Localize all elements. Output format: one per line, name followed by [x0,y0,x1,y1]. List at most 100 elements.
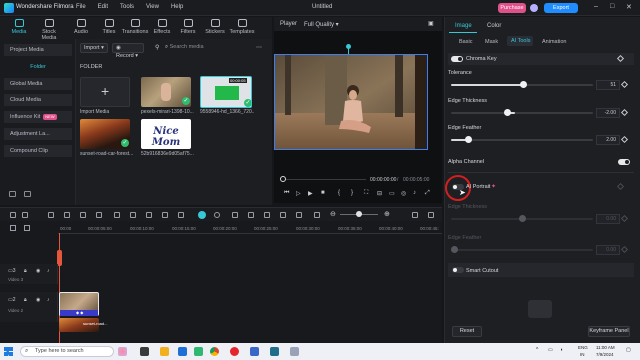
sidebar-item-project-media[interactable]: Project Media [4,44,72,56]
edge-feather-value[interactable]: 2.00 [596,135,620,145]
delete-icon[interactable] [80,212,86,218]
tab-filters[interactable]: Filters [173,19,203,35]
mark-in-icon[interactable]: { [338,190,340,196]
tab-media[interactable]: Media [4,19,34,35]
tab-transitions[interactable]: Transitions [120,19,150,35]
windows-start-icon[interactable] [4,347,13,356]
show-hidden-icons[interactable]: ^ [536,347,538,353]
edge-feather-slider[interactable] [451,136,593,143]
color-icon[interactable] [162,212,168,218]
record-dropdown[interactable]: ◉ Record ▾ [112,43,144,59]
menu-tools[interactable]: Tools [120,4,134,10]
tolerance-slider-knob[interactable] [520,81,527,88]
tolerance-slider[interactable] [451,81,593,88]
timeline-clip-portrait[interactable]: ◆ ◆ [59,292,99,316]
notification-icon[interactable]: ▢ [626,347,631,353]
subtab-ai-tools[interactable]: AI Tools [507,36,533,46]
store-icon[interactable] [194,347,203,356]
menu-file[interactable]: File [76,4,86,10]
sidebar-item-folder[interactable]: Folder [4,61,72,73]
playback-progress-bar[interactable] [282,179,366,180]
close-icon[interactable]: ✕ [626,3,632,11]
sidebar-item-cloud-media[interactable]: Cloud Media [4,94,72,106]
opera-icon[interactable] [230,347,239,356]
fullscreen-icon[interactable]: ⛶ [364,190,368,197]
speed-icon[interactable] [146,212,152,218]
snapshot-icon[interactable]: ◎ [401,190,406,197]
speaker-icon[interactable]: ♪ [47,268,50,274]
layout-icon[interactable] [10,212,16,218]
select-icon[interactable] [22,212,28,218]
more-tools-icon[interactable] [178,212,184,218]
language-indicator[interactable]: ENG [578,345,588,350]
new-folder-icon[interactable] [9,191,16,197]
volume-icon[interactable]: ♪ [413,190,416,196]
sidebar-item-compound-clip[interactable]: Compound Clip [4,145,72,157]
app-icon[interactable] [250,347,259,356]
snapshot-icon[interactable] [264,212,270,218]
taskbar-search-input[interactable]: ⌕ Type here to search [20,346,114,357]
filter-icon[interactable]: ⚲ [155,44,159,51]
record-voice-icon[interactable] [214,212,220,218]
marker-icon[interactable] [248,212,254,218]
effects-icon[interactable] [280,212,286,218]
subtab-mask[interactable]: Mask [485,39,498,45]
add-track-icon[interactable] [10,225,16,231]
tab-stock-media[interactable]: Stock Media [34,19,64,41]
media-item-pexels[interactable]: ✓ [141,77,191,107]
crop-icon[interactable] [114,212,120,218]
video-preview[interactable] [274,54,428,150]
app-icon[interactable] [290,347,299,356]
expand-icon[interactable]: ⤢ [425,190,430,197]
clock-time[interactable]: 11:00 AM [596,345,615,350]
tab-audio[interactable]: Audio [66,19,96,35]
purchase-button[interactable]: Purchase [498,3,526,13]
menu-view[interactable]: View [146,4,159,10]
subtab-basic[interactable]: Basic [459,39,472,45]
subtab-animation[interactable]: Animation [542,39,566,45]
filmora-taskbar-icon[interactable] [270,347,279,356]
lock-icon[interactable]: 🔒︎ [24,268,27,274]
zoom-out-icon[interactable]: ⊖ [330,210,336,218]
tab-color[interactable]: Color [487,23,501,29]
prev-frame-icon[interactable]: ⏮ [284,190,289,197]
sidebar-item-adjustment-layer[interactable]: Adjustment La... [4,128,72,140]
search-input[interactable]: ⌕ Search media [162,43,250,53]
smart-cutout-toggle[interactable] [452,267,464,273]
split-screen-icon[interactable]: ⊟ [377,190,382,197]
sidebar-item-influence-kit[interactable]: Influence Kit NEW [4,111,72,123]
reset-button[interactable]: Reset [452,326,482,337]
maximize-icon[interactable]: □ [610,3,614,10]
import-media-tile[interactable]: + [80,77,130,107]
import-dropdown[interactable]: Import ▾ [80,43,108,53]
folder-icon[interactable] [24,191,31,197]
stabilize-icon[interactable] [314,212,320,218]
zoom-slider-knob[interactable] [356,211,362,217]
edge-thickness-slider[interactable] [451,109,593,116]
tab-image[interactable]: Image [449,21,477,33]
edge-thickness-slider-knob[interactable] [504,109,511,116]
timeline-clip-sunset[interactable]: sunset-road... [59,318,107,332]
audio-mix-icon[interactable] [232,212,238,218]
media-item-nice-mom[interactable]: Nice Mom [141,119,191,149]
more-icon[interactable]: ⋯ [256,44,262,51]
play-icon[interactable]: ▶ [308,190,313,197]
media-item-greenscreen[interactable]: 00:00:05 ✓ [200,76,252,108]
mail-icon[interactable] [178,347,187,356]
minimize-icon[interactable]: – [594,3,598,10]
copilot-icon[interactable] [118,347,127,356]
media-item-sunset[interactable]: ✓ [80,119,130,149]
sidebar-item-global-media[interactable]: Global Media [4,78,72,90]
edge-thickness-value[interactable]: -2.00 [596,108,620,118]
grid-icon[interactable] [412,212,418,218]
mark-out-icon[interactable]: } [351,190,353,196]
task-view-icon[interactable] [140,347,149,356]
keyframe-icon[interactable] [296,212,302,218]
text-icon[interactable] [130,212,136,218]
alpha-channel-toggle[interactable] [618,159,630,165]
tolerance-value[interactable]: 51 [596,80,620,90]
redo-icon[interactable] [64,212,70,218]
tab-templates[interactable]: Templates [227,19,257,35]
chroma-key-toggle[interactable] [451,56,463,62]
playhead-knob[interactable] [280,176,286,182]
